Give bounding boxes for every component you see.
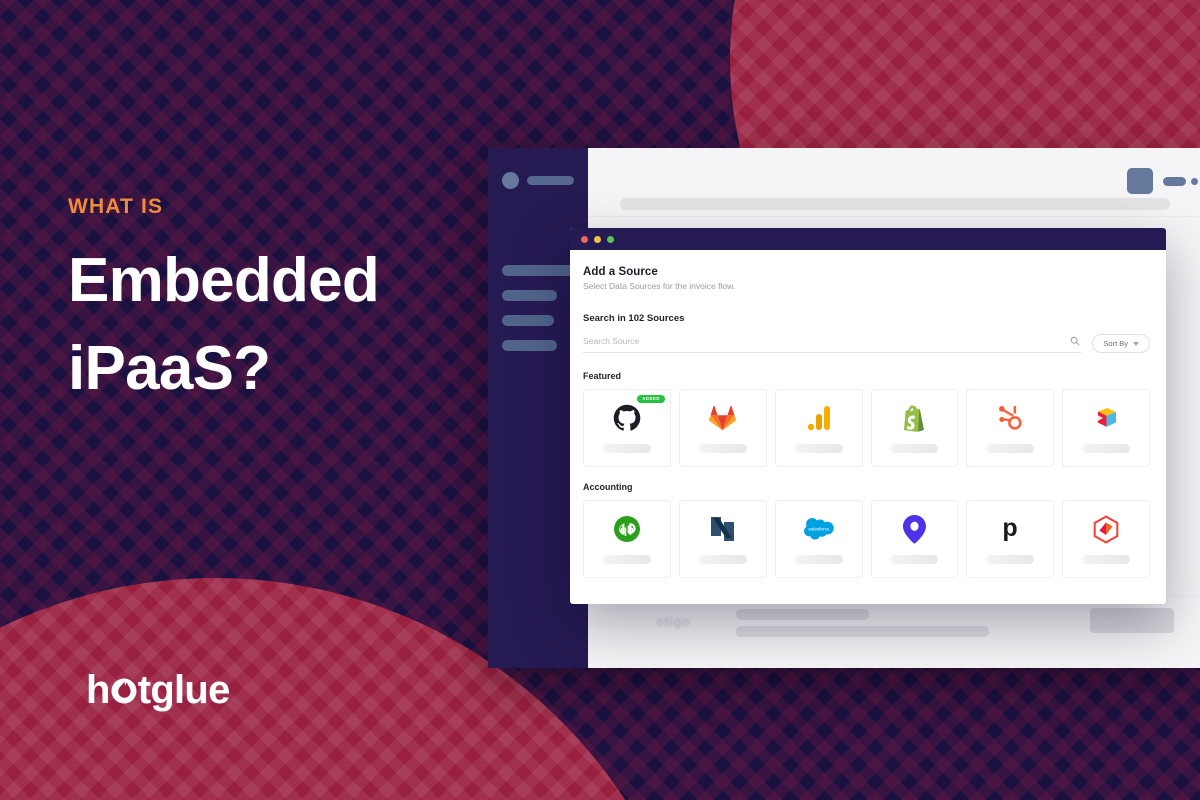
topbar-dot-placeholder	[1191, 178, 1198, 185]
sidebar-item-placeholder[interactable]	[502, 265, 574, 276]
maximize-icon[interactable]	[607, 235, 614, 243]
svg-text:p: p	[1003, 514, 1018, 542]
github-icon	[613, 403, 641, 433]
logo-wordmark: h tglue	[86, 669, 230, 710]
sidebar-profile[interactable]	[502, 172, 574, 189]
modal-title: Add a Source	[583, 266, 658, 278]
chevron-down-icon	[1133, 341, 1139, 346]
paddle-icon: p	[999, 514, 1021, 544]
search-input[interactable]	[583, 335, 1069, 346]
headline-line-1: Embedded	[68, 246, 380, 315]
netsuite-icon	[710, 514, 735, 544]
pipedrive-icon	[902, 514, 926, 544]
status-badge: ADDED	[637, 395, 665, 404]
search-label: Search in 102 Sources	[583, 313, 685, 324]
page-title: Embedded iPaaS?	[68, 237, 498, 413]
hubspot-icon	[997, 403, 1024, 433]
quickbooks-icon: qb	[613, 514, 641, 544]
topbar-pill-placeholder	[1163, 177, 1186, 186]
svg-text:salesforce: salesforce	[808, 527, 829, 532]
source-name-placeholder	[602, 444, 651, 453]
source-name-placeholder	[986, 555, 1035, 564]
modal-titlebar	[570, 228, 1166, 250]
source-card-salesforce[interactable]: salesforce	[774, 500, 863, 578]
accounting-sources-grid: qb salesforce p	[583, 500, 1150, 578]
hero-text-block: WHAT IS Embedded iPaaS?	[68, 196, 498, 413]
source-card-github[interactable]: ADDED	[583, 389, 671, 467]
sidebar-item-placeholder[interactable]	[502, 340, 557, 351]
source-card-netsuite[interactable]	[678, 500, 767, 578]
app-bottom-bar: otigo	[588, 595, 1200, 668]
hotglue-logo: h tglue	[86, 666, 230, 712]
section-title-accounting: Accounting	[583, 482, 633, 492]
logo-text-part-1: h	[86, 667, 110, 712]
source-name-placeholder	[698, 444, 747, 453]
bottom-action-button-placeholder[interactable]	[1090, 608, 1174, 633]
source-name-placeholder	[794, 444, 843, 453]
source-card-pipedrive[interactable]	[870, 500, 959, 578]
eyebrow-label: WHAT IS	[68, 195, 164, 218]
source-card-shopify[interactable]	[870, 389, 959, 467]
featured-sources-grid: ADDED	[583, 389, 1150, 467]
section-title-featured: Featured	[583, 371, 622, 381]
source-card-gitlab[interactable]	[678, 389, 767, 467]
source-card-zoho[interactable]	[1062, 389, 1150, 467]
source-name-placeholder	[698, 555, 747, 564]
source-name-placeholder	[1082, 555, 1131, 564]
source-name-placeholder	[1082, 444, 1131, 453]
minimize-icon[interactable]	[594, 235, 601, 243]
search-field[interactable]	[583, 334, 1082, 353]
headline-line-2: iPaaS?	[68, 334, 271, 404]
source-name-placeholder	[986, 444, 1035, 453]
close-icon[interactable]	[581, 235, 588, 243]
poster-canvas: WHAT IS Embedded iPaaS? h tglue otigo Ad…	[0, 0, 1200, 800]
flame-icon	[111, 672, 137, 706]
hexagon-icon	[1093, 514, 1119, 544]
partner-logo: otigo	[656, 614, 691, 629]
source-card-hexagon[interactable]	[1062, 500, 1150, 578]
salesforce-icon: salesforce	[803, 514, 834, 544]
sort-by-button[interactable]: Sort By	[1092, 334, 1150, 353]
sort-by-label: Sort By	[1103, 339, 1128, 348]
sidebar-item-placeholder[interactable]	[502, 315, 554, 326]
source-name-placeholder	[794, 555, 843, 564]
app-content-placeholder-bar	[620, 198, 1170, 210]
source-name-placeholder	[890, 444, 939, 453]
bottom-text-placeholder	[736, 609, 869, 620]
source-card-google-analytics[interactable]	[774, 389, 863, 467]
source-card-quickbooks[interactable]: qb	[583, 500, 671, 578]
zoho-cube-icon	[1092, 403, 1120, 433]
search-icon[interactable]	[1068, 334, 1081, 347]
topbar-square-icon[interactable]	[1127, 168, 1153, 194]
source-card-paddle[interactable]: p	[966, 500, 1055, 578]
google-analytics-icon	[807, 403, 831, 433]
avatar	[502, 172, 519, 189]
shopify-icon	[902, 403, 926, 433]
source-card-hubspot[interactable]	[966, 389, 1055, 467]
modal-body: Add a Source Select Data Sources for the…	[570, 250, 1166, 604]
search-row: Sort By	[583, 334, 1150, 353]
bottom-text-placeholder	[736, 626, 989, 637]
gitlab-icon	[709, 403, 737, 433]
sidebar-username-placeholder	[527, 176, 574, 185]
logo-text-part-2: tglue	[137, 667, 231, 712]
sidebar-item-placeholder[interactable]	[502, 290, 557, 301]
svg-text:qb: qb	[620, 525, 634, 537]
add-source-modal: Add a Source Select Data Sources for the…	[570, 228, 1166, 604]
source-name-placeholder	[602, 555, 651, 564]
modal-subtitle: Select Data Sources for the invoice flow…	[583, 281, 736, 291]
source-name-placeholder	[890, 555, 939, 564]
